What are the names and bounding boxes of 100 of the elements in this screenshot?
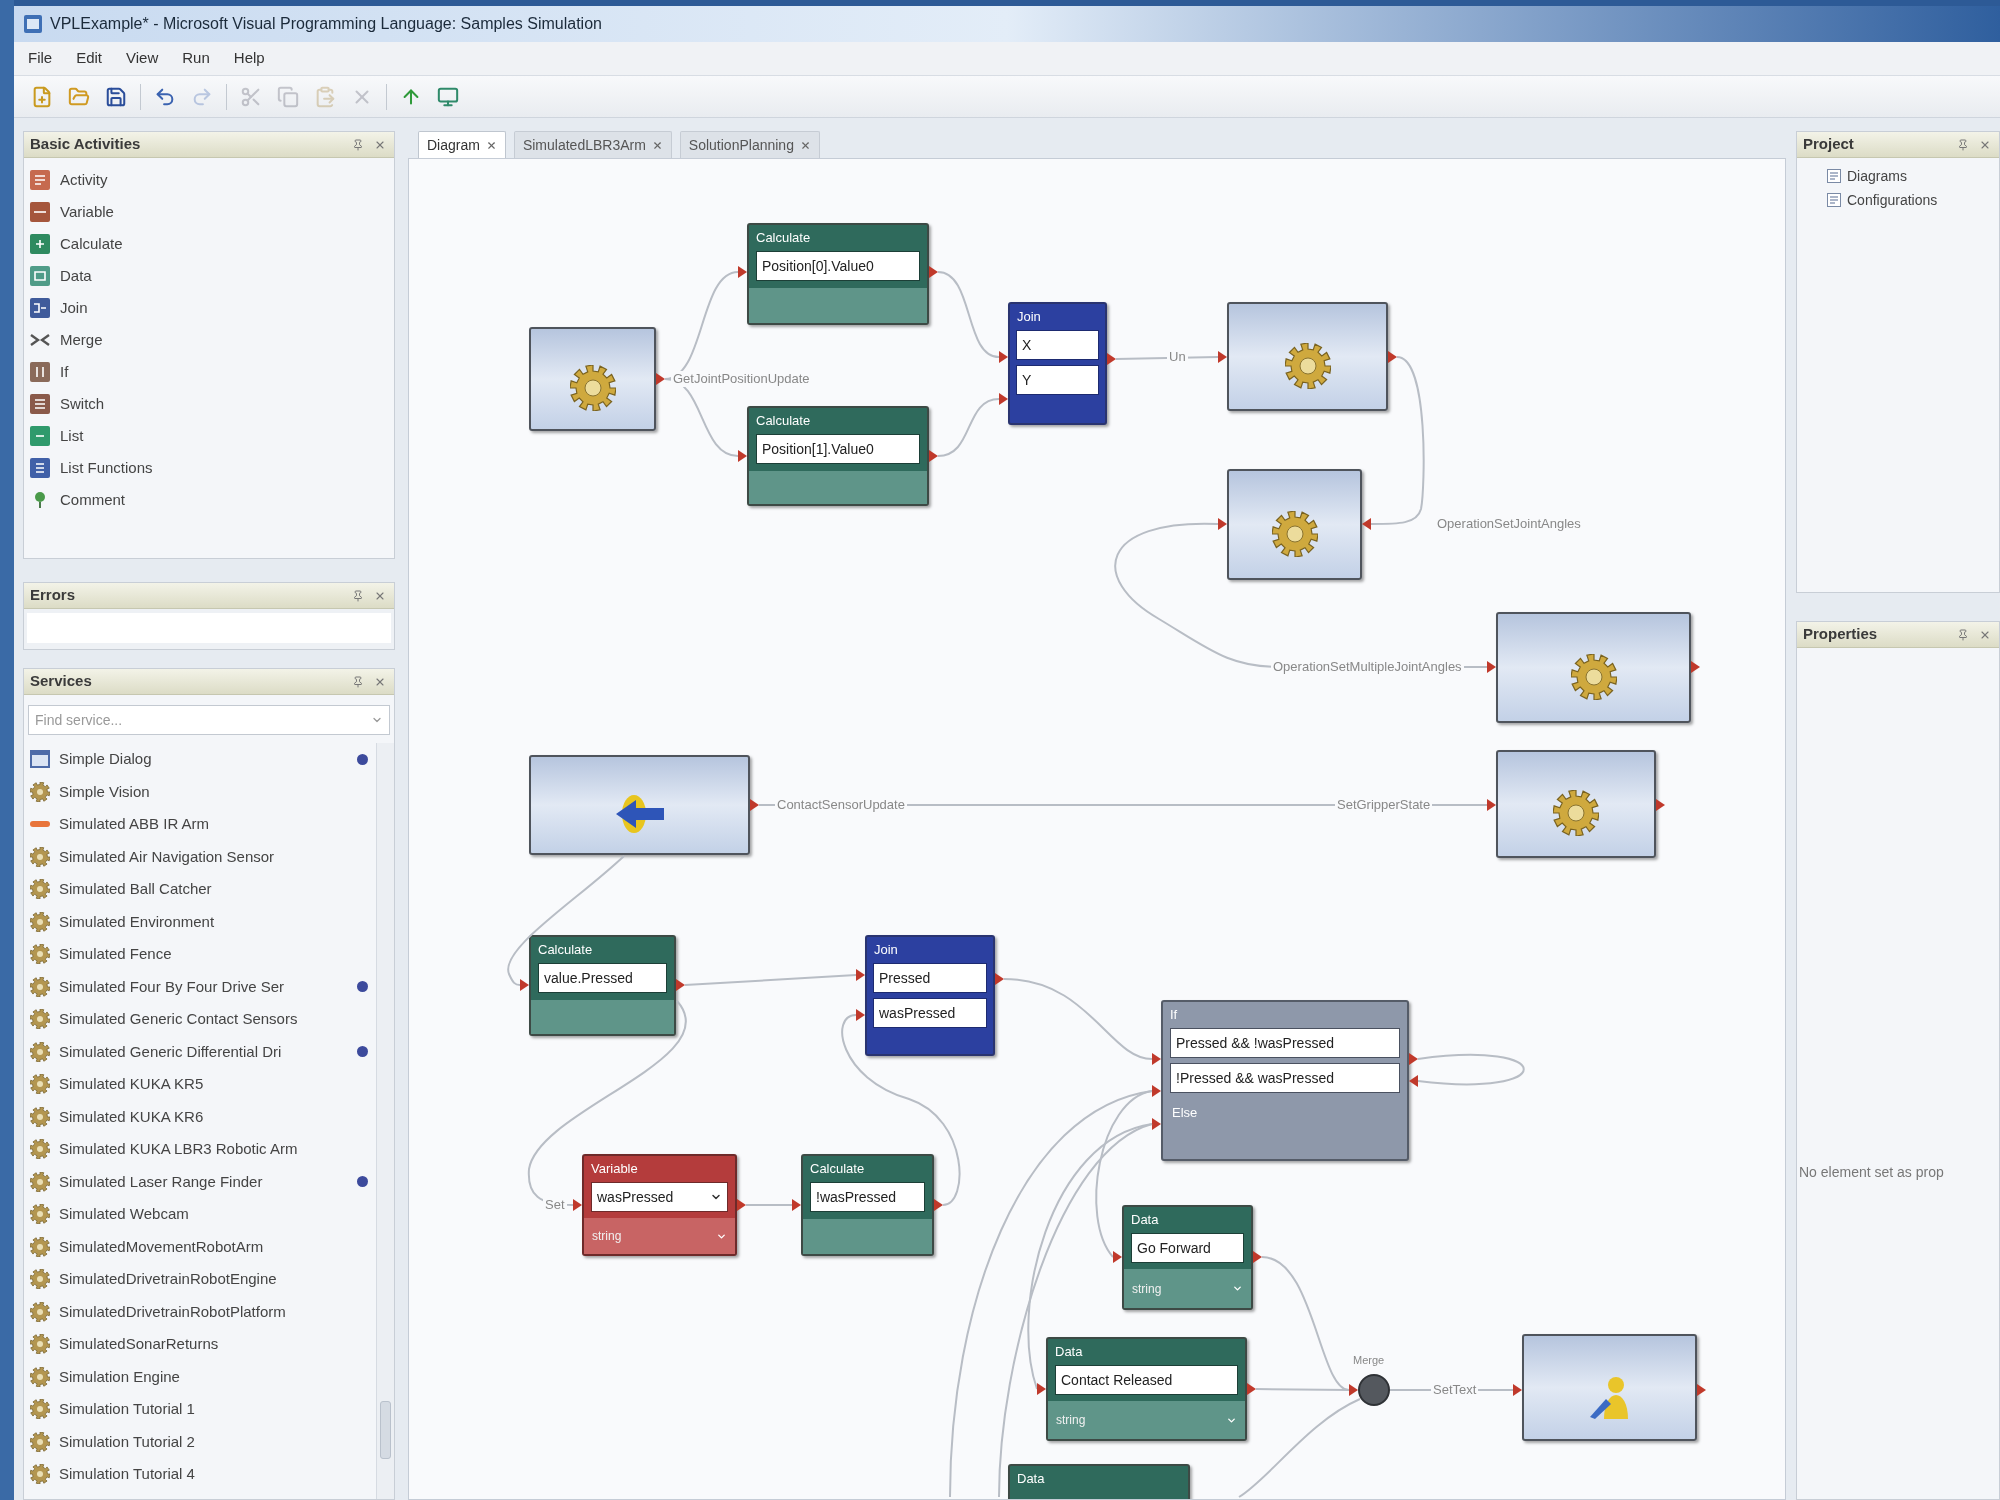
- node-title: Calculate: [809, 1160, 866, 1178]
- scroll-thumb[interactable]: [380, 1401, 391, 1459]
- connection-label: GetJointPositionUpdate: [671, 371, 812, 387]
- properties-message: No element set as prop: [1799, 1164, 1944, 1180]
- service-item[interactable]: Simulated Fence: [24, 938, 376, 971]
- input-field[interactable]: Y: [1016, 365, 1099, 395]
- search-field[interactable]: Find service...: [28, 705, 390, 735]
- close-icon: [485, 139, 497, 151]
- connection-label: OperationSetJointAngles: [1435, 516, 1583, 532]
- app-icon: [24, 15, 42, 33]
- service-item[interactable]: Simulated Generic Differential Dri: [24, 1035, 376, 1068]
- node-title: Data: [1130, 1211, 1160, 1229]
- gear-icon: [30, 976, 50, 997]
- gear-icon: [1284, 342, 1331, 389]
- service-item[interactable]: Simulated Laser Range Finder: [24, 1165, 376, 1198]
- port-arrow-icon: [1697, 1384, 1706, 1396]
- service-item[interactable]: Simulated Environment: [24, 905, 376, 938]
- service-item[interactable]: Simulated Air Navigation Sensor: [24, 840, 376, 873]
- monitor-icon: [437, 85, 459, 108]
- service-item[interactable]: SimulatedMovementRobotArm: [24, 1230, 376, 1263]
- pin-icon: [352, 675, 364, 688]
- type-selector[interactable]: string: [584, 1218, 735, 1254]
- condition-field[interactable]: Pressed && !wasPressed: [1170, 1028, 1400, 1058]
- tree-item[interactable]: Diagrams: [1827, 164, 1999, 188]
- panel-title: Services: [30, 671, 92, 692]
- merge-icon: [30, 334, 50, 346]
- activity-item[interactable]: Activity: [29, 164, 394, 196]
- gear-icon: [30, 1366, 50, 1387]
- service-item[interactable]: Simulation Tutorial 1: [24, 1393, 376, 1426]
- paste-icon: [314, 85, 336, 108]
- service-item[interactable]: Simple Vision: [24, 775, 376, 808]
- gear-icon: [30, 1269, 50, 1290]
- menu-item[interactable]: Help: [221, 44, 277, 73]
- cut-icon: [240, 85, 262, 108]
- service-item[interactable]: Simulated ABB IR Arm: [24, 808, 376, 841]
- node-title: If: [1169, 1006, 1179, 1024]
- service-item[interactable]: Simulation Engine: [24, 1360, 376, 1393]
- value-field[interactable]: Go Forward: [1131, 1233, 1244, 1263]
- diagram-tab[interactable]: SimulatedLBR3Arm: [513, 131, 672, 158]
- service-item[interactable]: Simulation Tutorial 4: [24, 1458, 376, 1491]
- scrollbar[interactable]: [376, 743, 394, 1499]
- activity-item[interactable]: Switch: [29, 388, 394, 420]
- close-icon: [799, 139, 811, 151]
- gear-icon: [30, 1204, 50, 1225]
- expression-field[interactable]: Position[0].Value0: [756, 251, 920, 281]
- service-item[interactable]: Simple Dialog: [24, 743, 376, 776]
- service-item[interactable]: Simulated Four By Four Drive Ser: [24, 970, 376, 1003]
- gear-icon: [30, 1399, 50, 1420]
- diagram-tab[interactable]: SolutionPlanning: [679, 131, 820, 158]
- value-field[interactable]: wasPressed: [591, 1182, 728, 1212]
- gear-icon: [30, 1431, 50, 1452]
- port-arrow-icon: [1656, 799, 1665, 811]
- menu-item[interactable]: Run: [170, 44, 222, 73]
- service-item[interactable]: Simulated Ball Catcher: [24, 873, 376, 906]
- value-field[interactable]: Contact Released: [1055, 1365, 1238, 1395]
- activity-item[interactable]: If: [29, 356, 394, 388]
- activity-item[interactable]: Join: [29, 292, 394, 324]
- service-item[interactable]: SimulatedSonarReturns: [24, 1328, 376, 1361]
- activity-item[interactable]: List: [29, 420, 394, 452]
- service-item[interactable]: Simulated KUKA LBR3 Robotic Arm: [24, 1133, 376, 1166]
- service-item[interactable]: Simulated KUKA KR6: [24, 1100, 376, 1133]
- service-item[interactable]: Simulated KUKA KR5: [24, 1068, 376, 1101]
- expression-field[interactable]: Position[1].Value0: [756, 434, 920, 464]
- expression-field[interactable]: value.Pressed: [538, 963, 667, 993]
- if-icon: [30, 362, 50, 382]
- gear-icon: [1553, 790, 1599, 836]
- input-field[interactable]: Pressed: [873, 963, 987, 993]
- activity-item[interactable]: Data: [29, 260, 394, 292]
- activity-item[interactable]: List Functions: [29, 452, 394, 484]
- activity-item[interactable]: Calculate: [29, 228, 394, 260]
- node-title: Variable: [590, 1160, 639, 1178]
- pin-icon: [1957, 138, 1969, 151]
- gear-icon: [30, 944, 50, 965]
- service-item[interactable]: Simulated Webcam: [24, 1198, 376, 1231]
- tree-item[interactable]: Configurations: [1827, 188, 1999, 212]
- menu-item[interactable]: Edit: [64, 44, 115, 73]
- menu-item[interactable]: File: [16, 44, 65, 73]
- copy-icon: [277, 85, 299, 108]
- input-field[interactable]: X: [1016, 330, 1099, 360]
- input-field[interactable]: wasPressed: [873, 998, 987, 1028]
- diagram-tab[interactable]: Diagram: [418, 131, 506, 158]
- list-functions-icon: [30, 458, 50, 478]
- activity-item[interactable]: Merge: [29, 324, 394, 356]
- service-item[interactable]: Simulation Tutorial 2: [24, 1425, 376, 1458]
- service-item[interactable]: SimulatedDrivetrainRobotEngine: [24, 1263, 376, 1296]
- expression-field[interactable]: !wasPressed: [810, 1182, 925, 1212]
- menu-item[interactable]: View: [114, 44, 171, 73]
- activity-item[interactable]: Variable: [29, 196, 394, 228]
- gear-icon: [1570, 653, 1617, 700]
- switch-icon: [30, 394, 50, 414]
- condition-field[interactable]: !Pressed && wasPressed: [1170, 1063, 1400, 1093]
- caret-icon: [1232, 1283, 1243, 1294]
- service-item[interactable]: Simulated Generic Contact Sensors: [24, 1003, 376, 1036]
- save-icon: [105, 85, 127, 108]
- node-title: Calculate: [755, 229, 812, 247]
- new-file-icon: [31, 85, 53, 108]
- gear-icon: [30, 846, 50, 867]
- service-item[interactable]: SimulatedDrivetrainRobotPlatform: [24, 1295, 376, 1328]
- else-label: Else: [1171, 1104, 1199, 1122]
- activity-item[interactable]: Comment: [29, 484, 394, 516]
